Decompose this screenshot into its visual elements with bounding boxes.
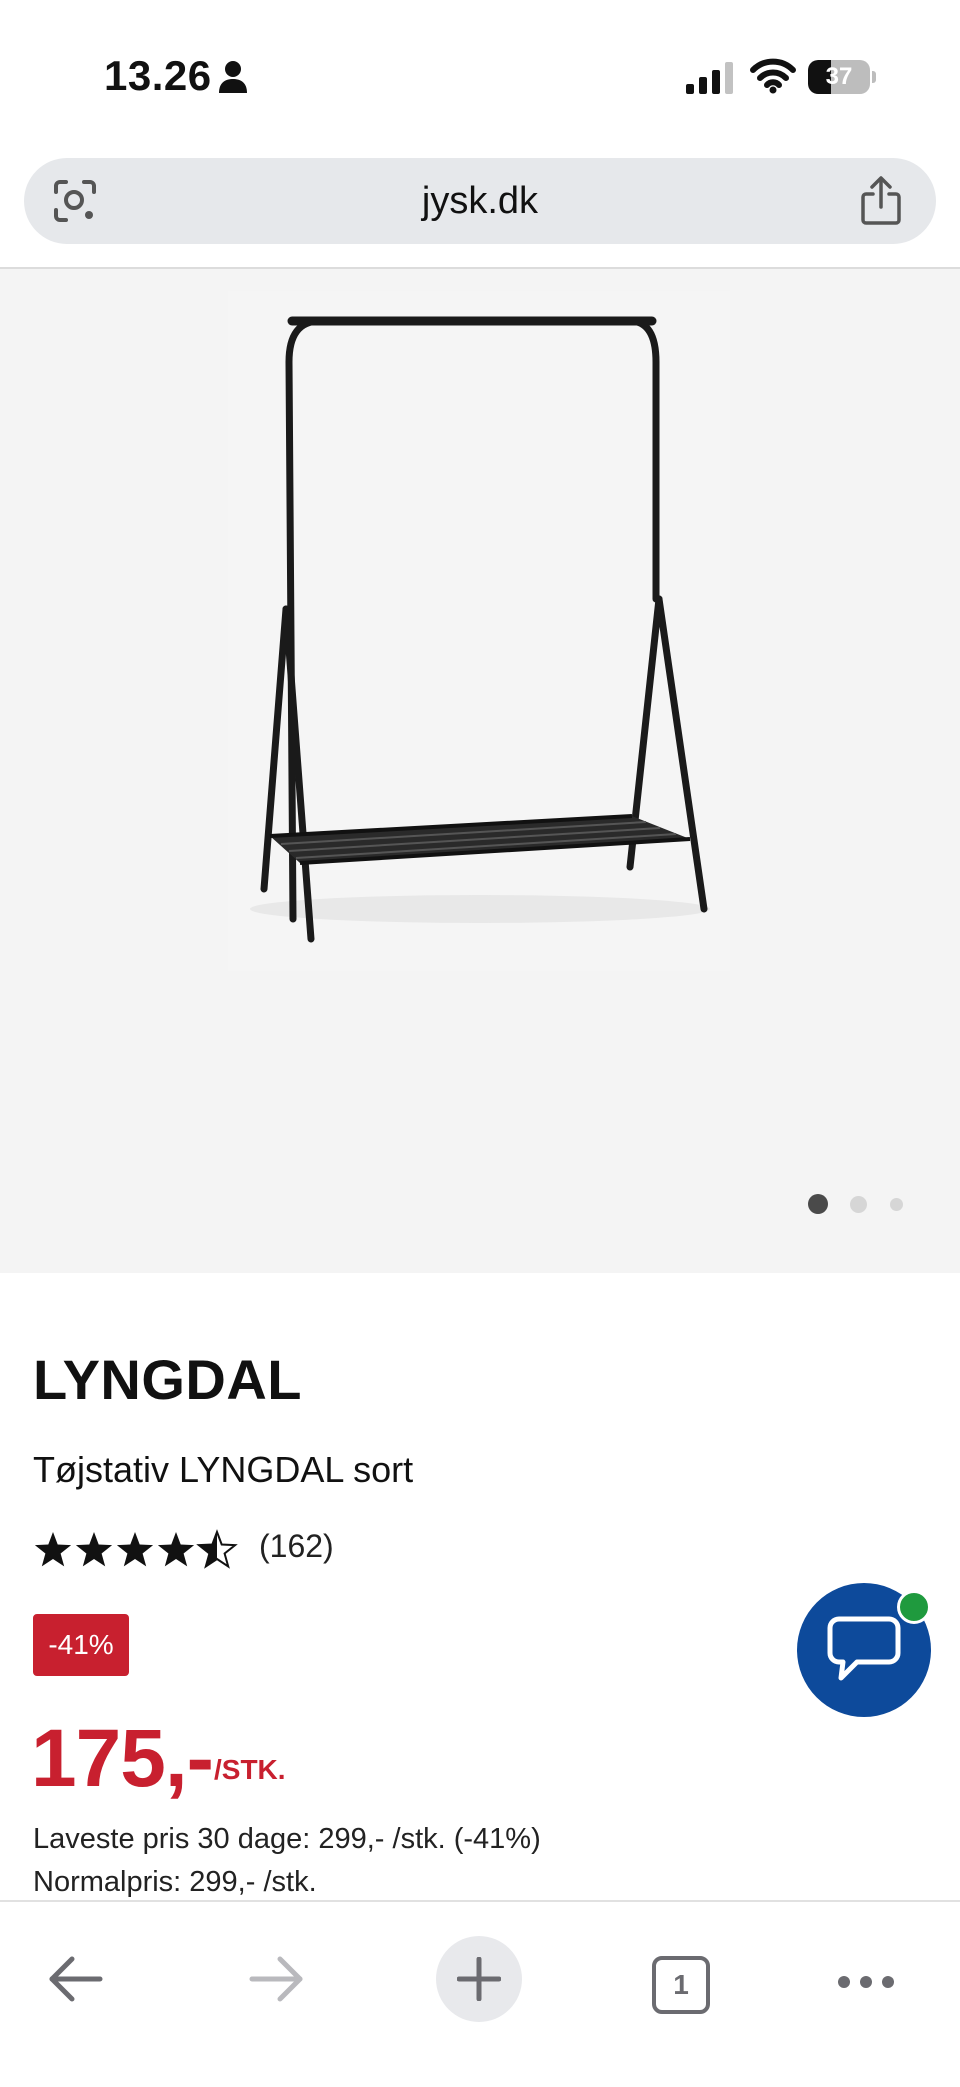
- product-name: Tøjstativ LYNGDAL sort: [33, 1449, 414, 1490]
- battery-level: 37: [825, 63, 853, 90]
- forward-arrow-icon[interactable]: [246, 1952, 308, 2006]
- lens-icon[interactable]: [52, 178, 98, 224]
- product-price: 175,-: [31, 1713, 214, 1804]
- star-icon: [34, 1532, 72, 1567]
- star-icon: [196, 1529, 238, 1569]
- browser-toolbar: 1: [0, 1900, 960, 2087]
- back-arrow-icon[interactable]: [44, 1952, 106, 2006]
- lowest-price-text: Laveste pris 30 dage: 299,- /stk. (-41%): [33, 1823, 541, 1855]
- more-icon[interactable]: [836, 1962, 896, 2002]
- battery-icon: 37: [808, 60, 876, 94]
- url-text[interactable]: jysk.dk: [24, 158, 936, 244]
- discount-badge: -41%: [33, 1614, 129, 1676]
- tabs-icon[interactable]: 1: [652, 1956, 710, 2014]
- status-bar: 13.26 37: [0, 0, 960, 150]
- star-icon: [75, 1532, 113, 1567]
- product-image-carousel[interactable]: [0, 269, 960, 1273]
- carousel-dot[interactable]: [808, 1194, 828, 1214]
- battery-shell: 37: [808, 60, 870, 94]
- carousel-dot[interactable]: [890, 1197, 903, 1211]
- rating-stars[interactable]: [33, 1528, 243, 1572]
- plus-icon: [457, 1957, 501, 2001]
- star-icon: [157, 1532, 195, 1567]
- price-unit: /STK.: [214, 1754, 286, 1785]
- status-time: 13.26: [104, 52, 212, 99]
- normal-price-text: Normalpris: 299,- /stk.: [33, 1866, 317, 1898]
- address-bar[interactable]: jysk.dk: [24, 158, 936, 244]
- carousel-dot[interactable]: [850, 1195, 867, 1213]
- carousel-dots[interactable]: [808, 1193, 908, 1217]
- page: 13.26 37 jysk.dk LYNGDAL Tøjstativ LYNGD…: [0, 0, 960, 2087]
- product-brand: LYNGDAL: [33, 1348, 303, 1411]
- review-count[interactable]: (162): [259, 1528, 334, 1565]
- clothes-rack-image[interactable]: [0, 269, 960, 1273]
- new-tab-button[interactable]: [436, 1936, 522, 2022]
- star-icon: [116, 1532, 154, 1567]
- person-icon: [219, 61, 247, 93]
- chat-online-indicator: [897, 1590, 931, 1624]
- tab-count: 1: [673, 1969, 689, 2000]
- chat-bubble-icon: [827, 1616, 901, 1681]
- wifi-icon: [750, 58, 796, 94]
- share-icon[interactable]: [858, 176, 904, 226]
- signal-icon: [686, 62, 733, 94]
- battery-nub: [872, 71, 876, 83]
